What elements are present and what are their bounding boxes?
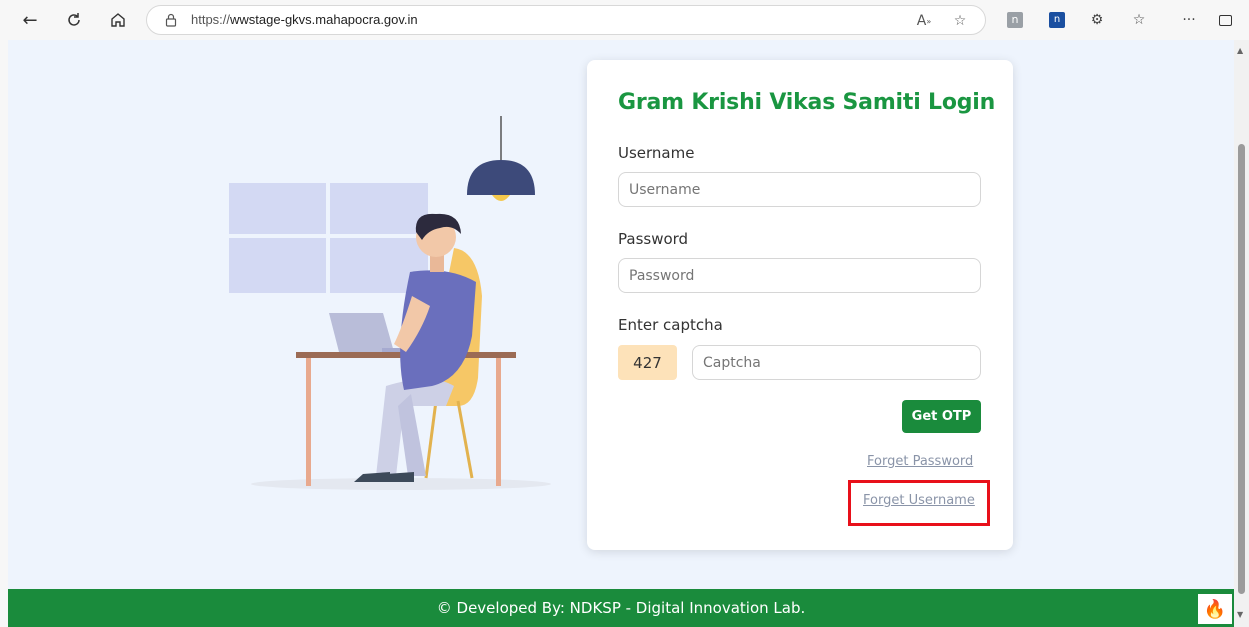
get-otp-button[interactable]: Get OTP (902, 400, 981, 433)
footer-bar: © Developed By: NDKSP - Digital Innovati… (8, 589, 1234, 627)
url-text[interactable]: https://wwstage-gkvs.mahapocra.gov.in (191, 12, 418, 27)
password-input[interactable] (618, 258, 981, 293)
url-prefix: https:// (191, 12, 231, 27)
extension-n-icon[interactable]: n (1004, 9, 1026, 31)
footer-text: © Developed By: NDKSP - Digital Innovati… (436, 599, 806, 617)
scroll-thumb[interactable] (1238, 144, 1245, 594)
more-menu-icon[interactable]: ··· (1178, 9, 1200, 31)
scroll-down-arrow-icon[interactable]: ▼ (1237, 610, 1243, 619)
username-input[interactable] (618, 172, 981, 207)
login-title: Gram Krishi Vikas Samiti Login (618, 90, 996, 115)
page-scrollbar[interactable]: ▲ ▼ (1234, 40, 1249, 627)
forget-password-link[interactable]: Forget Password (867, 454, 973, 469)
home-icon[interactable] (106, 8, 130, 32)
highlight-box (848, 480, 990, 526)
captcha-label: Enter captcha (618, 316, 723, 334)
workspace-illustration (229, 116, 551, 490)
browser-toolbar: ← https://wwstage-gkvs.mahapocra.gov.in … (0, 0, 1249, 40)
scroll-up-arrow-icon[interactable]: ▲ (1237, 46, 1243, 55)
sidebar-toggle-icon[interactable] (1214, 9, 1236, 31)
password-label: Password (618, 230, 689, 248)
username-label: Username (618, 144, 695, 162)
address-bar[interactable]: https://wwstage-gkvs.mahapocra.gov.in A»… (146, 5, 986, 35)
extensions-puzzle-icon[interactable]: ⚙ (1086, 9, 1108, 31)
extension-notion-icon[interactable]: n (1046, 9, 1068, 31)
favorite-star-icon[interactable]: ☆ (949, 10, 971, 32)
captcha-code: 427 (618, 345, 677, 380)
favorites-list-icon[interactable]: ☆ (1128, 9, 1150, 31)
url-host: wwstage-gkvs.mahapocra.gov.in (230, 12, 418, 27)
back-icon[interactable]: ← (18, 8, 42, 32)
login-card: Gram Krishi Vikas Samiti Login Username … (587, 60, 1013, 550)
page-viewport: Gram Krishi Vikas Samiti Login Username … (8, 40, 1234, 627)
lock-icon[interactable] (165, 13, 177, 27)
captcha-input[interactable] (692, 345, 981, 380)
flame-extension-icon[interactable]: 🔥 (1198, 594, 1232, 624)
refresh-icon[interactable] (62, 8, 86, 32)
read-aloud-icon[interactable]: A» (913, 10, 935, 32)
